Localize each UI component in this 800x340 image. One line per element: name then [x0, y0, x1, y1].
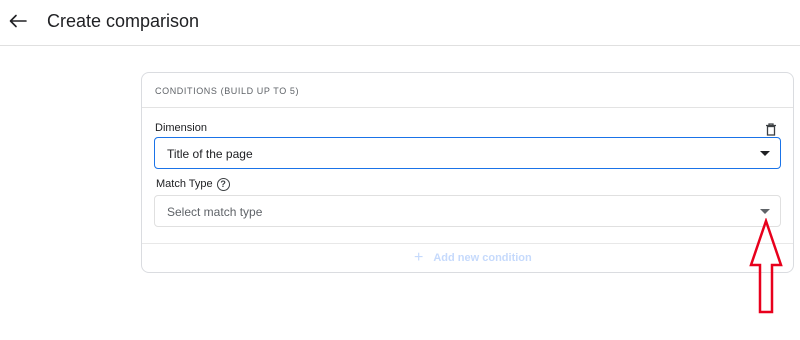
back-button[interactable] — [6, 9, 30, 33]
conditions-card: CONDITIONS (BUILD UP TO 5) Dimension Tit… — [141, 72, 794, 273]
match-type-label: Match Type — [156, 178, 213, 190]
divider — [142, 243, 793, 244]
red-outline-up-arrow — [749, 218, 783, 314]
caret-down-icon — [760, 209, 770, 214]
delete-condition-button[interactable] — [762, 120, 780, 138]
page-header: Create comparison — [0, 0, 800, 46]
conditions-heading: CONDITIONS (BUILD UP TO 5) — [155, 86, 300, 96]
match-type-label-group: Match Type ? — [156, 177, 230, 191]
back-arrow-icon — [9, 14, 27, 28]
match-type-select[interactable]: Select match type — [154, 195, 781, 227]
add-new-condition-label: Add new condition — [433, 252, 532, 264]
dimension-select[interactable]: Title of the page — [154, 137, 781, 169]
match-type-placeholder: Select match type — [167, 205, 263, 219]
plus-icon: + — [414, 249, 424, 266]
dimension-label: Dimension — [155, 122, 207, 134]
trash-icon — [766, 122, 776, 136]
page-title: Create comparison — [47, 11, 200, 31]
add-new-condition-button[interactable]: + Add new condition — [414, 250, 532, 266]
caret-down-icon — [760, 151, 770, 156]
dimension-select-value: Title of the page — [167, 147, 253, 161]
help-circle-icon[interactable]: ? — [216, 177, 230, 191]
conditions-card-header: CONDITIONS (BUILD UP TO 5) — [142, 73, 793, 108]
